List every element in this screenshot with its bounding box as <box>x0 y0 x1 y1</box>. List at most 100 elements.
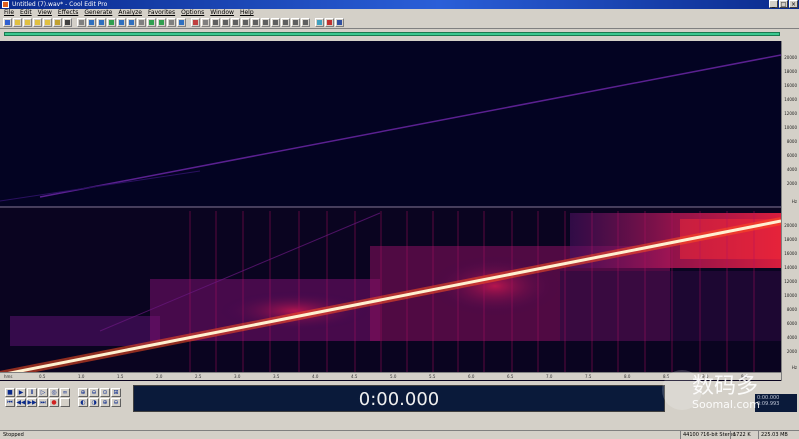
time-ruler-label: 6.0 <box>468 374 475 379</box>
record-button[interactable]: ● <box>49 398 59 407</box>
toolbar-button[interactable] <box>13 18 22 27</box>
loop-button[interactable]: ◎ <box>49 388 59 397</box>
go-to-end-button[interactable]: ⏭ <box>38 398 48 407</box>
toolbar-button[interactable] <box>221 18 230 27</box>
play-to-end-button[interactable]: ▷ <box>38 388 48 397</box>
time-ruler-label: 7.0 <box>546 374 553 379</box>
status-text: Stopped <box>3 432 24 438</box>
spectral-view[interactable] <box>0 41 799 381</box>
go-to-start-button[interactable]: ⏮ <box>5 398 15 407</box>
time-ruler-label: 5.5 <box>429 374 436 379</box>
toolbar-button[interactable] <box>335 18 344 27</box>
overview-range-bar[interactable] <box>4 32 780 36</box>
ruler-label: 16000 <box>784 251 797 256</box>
ruler-label: 4000 <box>786 167 797 172</box>
menu-help[interactable]: Help <box>240 9 254 17</box>
toolbar-button[interactable] <box>157 18 166 27</box>
menu-edit[interactable]: Edit <box>20 9 32 17</box>
zoom-out-icon[interactable]: ⊖ <box>89 388 99 397</box>
menu-effects[interactable]: Effects <box>58 9 78 17</box>
maximize-button[interactable]: □ <box>779 0 788 8</box>
ruler-label: 18000 <box>784 237 797 242</box>
zoom-in-icon[interactable]: ⊕ <box>78 388 88 397</box>
menu-generate[interactable]: Generate <box>84 9 112 17</box>
ruler-label: 20000 <box>784 223 797 228</box>
waveform-overview[interactable] <box>0 30 799 40</box>
toolbar-button[interactable] <box>177 18 186 27</box>
ruler-label: 8000 <box>786 139 797 144</box>
time-ruler-label: 1.0 <box>78 374 85 379</box>
toolbar-button[interactable] <box>325 18 334 27</box>
minimize-button[interactable]: _ <box>769 0 778 8</box>
zoom-left-icon[interactable]: ◐ <box>78 398 88 407</box>
app-icon <box>2 1 9 8</box>
time-ruler-label: 3.5 <box>273 374 280 379</box>
menu-analyze[interactable]: Analyze <box>118 9 142 17</box>
toolbar-button[interactable] <box>251 18 260 27</box>
menu-file[interactable]: File <box>4 9 14 17</box>
menu-options[interactable]: Options <box>181 9 204 17</box>
toolbar-button[interactable] <box>137 18 146 27</box>
stop-button[interactable]: ■ <box>5 388 15 397</box>
toolbar-button[interactable] <box>147 18 156 27</box>
toolbar-button[interactable] <box>127 18 136 27</box>
time-ruler-label: 7.5 <box>585 374 592 379</box>
status-bar: Stopped 44100 ?16-bit Stereo 1722 K 225.… <box>0 430 799 439</box>
menu-favorites[interactable]: Favorites <box>148 9 175 17</box>
ruler-label: 10000 <box>784 125 797 130</box>
toolbar-button[interactable] <box>241 18 250 27</box>
toolbar-button[interactable] <box>33 18 42 27</box>
toolbar-button[interactable] <box>63 18 72 27</box>
fast-forward-button[interactable]: ▶▶ <box>27 398 37 407</box>
toolbar-button[interactable] <box>271 18 280 27</box>
ruler-label: 14000 <box>784 97 797 102</box>
menu-window[interactable]: Window <box>210 9 234 17</box>
play-button[interactable]: ▶ <box>16 388 26 397</box>
toolbar-button[interactable] <box>43 18 52 27</box>
zoom-selection-icon[interactable]: ⊞ <box>111 388 121 397</box>
toolbar-button[interactable] <box>315 18 324 27</box>
ruler-label: 6000 <box>786 321 797 326</box>
ruler-label: 20000 <box>784 55 797 60</box>
time-ruler-label: hms <box>4 374 13 379</box>
toolbar-button[interactable] <box>201 18 210 27</box>
pause-button[interactable]: Ⅱ <box>27 388 37 397</box>
toolbar-button[interactable] <box>211 18 220 27</box>
toolbar-button[interactable] <box>77 18 86 27</box>
toolbar-button[interactable] <box>53 18 62 27</box>
spectrogram[interactable] <box>0 41 781 381</box>
toolbar-button[interactable] <box>3 18 12 27</box>
ruler-label: 2000 <box>786 181 797 186</box>
zoom-buttons: ⊕ ⊖ ⊙ ⊞ ◐ ◑ ⊕ ⊖ <box>78 388 121 407</box>
play-loop-button[interactable]: ∞ <box>60 388 70 397</box>
toolbar-button[interactable] <box>167 18 176 27</box>
ruler-label: 10000 <box>784 293 797 298</box>
toolbar-button[interactable] <box>117 18 126 27</box>
close-button[interactable]: × <box>789 0 798 8</box>
zoom-vertical-in-icon[interactable]: ⊕ <box>100 398 110 407</box>
toolbar-button[interactable] <box>97 18 106 27</box>
watermark-url: Soomal.com <box>692 398 760 411</box>
menu-view[interactable]: View <box>38 9 52 17</box>
toolbar-button[interactable] <box>281 18 290 27</box>
rewind-button[interactable]: ◀◀ <box>16 398 26 407</box>
time-ruler-label: 2.0 <box>156 374 163 379</box>
ruler-label: 2000 <box>786 349 797 354</box>
zoom-right-icon[interactable]: ◑ <box>89 398 99 407</box>
transport-spacer <box>60 398 70 407</box>
toolbar-button[interactable] <box>291 18 300 27</box>
toolbar-button[interactable] <box>301 18 310 27</box>
toolbar-button[interactable] <box>87 18 96 27</box>
time-ruler-label: 4.0 <box>312 374 319 379</box>
ruler-label: 12000 <box>784 111 797 116</box>
status-free-space: 225.03 MB <box>758 431 788 439</box>
title-bar: Untitled (7).wav* - Cool Edit Pro _ □ × <box>0 0 799 9</box>
toolbar-button[interactable] <box>107 18 116 27</box>
toolbar-button[interactable] <box>231 18 240 27</box>
zoom-vertical-out-icon[interactable]: ⊖ <box>111 398 121 407</box>
zoom-full-icon[interactable]: ⊙ <box>100 388 110 397</box>
time-ruler-label: 2.5 <box>195 374 202 379</box>
toolbar-button[interactable] <box>23 18 32 27</box>
toolbar-button[interactable] <box>191 18 200 27</box>
toolbar-button[interactable] <box>261 18 270 27</box>
